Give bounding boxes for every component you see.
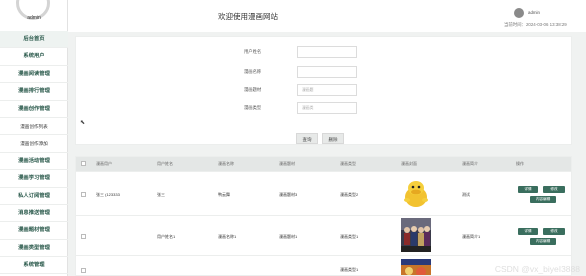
sidebar: admin 后台首页 系统用户 漫画阅读管理 漫画排行管理 漫画创作管理 漫画创… (0, 0, 68, 276)
sidebar-item-activities[interactable]: 漫画活动管理 (0, 153, 68, 171)
column-header: 漫画题材 (279, 161, 295, 166)
time-label: 当前时间： (504, 22, 526, 27)
column-header: 漫画用户 (96, 161, 112, 166)
field-label: 漫画名称 (244, 69, 262, 74)
cell-intro: 漫画简介1 (462, 234, 481, 239)
sidebar-item-types[interactable]: 漫画类型管理 (0, 240, 68, 258)
search-actions: 查询 删除 (296, 128, 348, 146)
edit-button[interactable]: 修改 (543, 186, 565, 193)
sidebar-item-ranking[interactable]: 漫画排行管理 (0, 83, 68, 101)
search-field-username: 用户姓名 (76, 46, 573, 58)
row-checkbox[interactable] (81, 192, 86, 197)
column-header: 操作 (516, 161, 524, 166)
sidebar-item-subscription[interactable]: 私人订阅管理 (0, 188, 68, 205)
column-header: 漫画名称 (218, 161, 234, 166)
cover-image (401, 218, 431, 252)
watermark: CSDN @vx_biyeI3888 (494, 264, 580, 274)
cell-name: 张三 (157, 192, 165, 197)
search-button[interactable]: 查询 (296, 133, 318, 144)
detail-button[interactable]: 详情 (518, 228, 538, 235)
search-field-type: 漫画类型 漫画类 (76, 102, 573, 114)
sidebar-menu: 后台首页 系统用户 漫画阅读管理 漫画排行管理 漫画创作管理 漫画创作列表 漫画… (0, 31, 68, 275)
sidebar-item-reading[interactable]: 漫画阅读管理 (0, 66, 68, 84)
cell-user: 张三 (123333 (96, 192, 120, 197)
content-edit-button[interactable]: 内容编辑 (530, 196, 556, 203)
sidebar-subitem-creation-add[interactable]: 漫画创作添加 (0, 135, 68, 153)
sidebar-item-users[interactable]: 系统用户 (0, 48, 68, 66)
field-label: 漫画类型 (244, 105, 262, 110)
cell-title: 漫画名称1 (218, 234, 237, 239)
data-table: 漫画用户 用户姓名 漫画名称 漫画题材 漫画类型 漫画封面 漫画简介 操作 张三… (75, 156, 572, 276)
cell-theme: 漫画题材3 (279, 192, 298, 197)
header: 欢迎使用漫画网站 admin 当前时间：2024-03-06 13:38:29 (68, 0, 586, 32)
table-header: 漫画用户 用户姓名 漫画名称 漫画题材 漫画类型 漫画封面 漫画简介 操作 (76, 157, 571, 171)
page-title: 欢迎使用漫画网站 (218, 12, 278, 21)
user-avatar-icon[interactable] (514, 8, 524, 18)
sidebar-item-learning[interactable]: 漫画学习管理 (0, 170, 68, 188)
content-edit-button[interactable]: 内容编辑 (530, 238, 556, 245)
cell-type: 漫画类型2 (340, 192, 359, 197)
sidebar-subitem-creation-list[interactable]: 漫画创作列表 (0, 118, 68, 136)
select-all-checkbox[interactable] (81, 161, 86, 166)
field-label: 用户姓名 (244, 49, 262, 54)
type-input[interactable]: 漫画类 (297, 102, 357, 114)
sidebar-item-themes[interactable]: 漫画题材管理 (0, 222, 68, 240)
column-header: 漫画简介 (462, 161, 478, 166)
theme-input[interactable]: 漫画题 (297, 84, 357, 96)
user-name[interactable]: admin (528, 10, 540, 15)
search-field-theme: 漫画题材 漫画题 (76, 84, 573, 96)
current-time: 当前时间：2024-03-06 13:38:29 (504, 22, 567, 28)
column-header: 漫画封面 (401, 161, 417, 166)
delete-button[interactable]: 删除 (322, 133, 344, 144)
edit-button[interactable]: 修改 (543, 228, 565, 235)
table-row: 用户姓名1 漫画名称1 漫画题材1 漫画类型1 漫画简介1 详情 修改 内容编辑 (76, 215, 571, 255)
title-input[interactable] (297, 66, 357, 78)
user-area[interactable]: admin 当前时间：2024-03-06 13:38:29 (504, 6, 582, 28)
time-value: 2024-03-06 13:38:29 (525, 22, 567, 27)
cell-name: 用户姓名1 (157, 234, 176, 239)
sidebar-item-messages[interactable]: 消息推送管理 (0, 205, 68, 223)
row-checkbox[interactable] (81, 268, 86, 273)
username-input[interactable] (297, 46, 357, 58)
cell-type: 漫画类型1 (340, 234, 359, 239)
column-header: 用户姓名 (157, 161, 173, 166)
cover-image (401, 178, 431, 211)
cell-intro: 测试 (462, 192, 470, 197)
cell-type: 漫画类型1 (340, 267, 359, 272)
row-checkbox[interactable] (81, 234, 86, 239)
admin-label: admin (27, 15, 41, 21)
cell-title: 鸭云舞 (218, 192, 230, 197)
column-header: 漫画类型 (340, 161, 356, 166)
mouse-cursor-icon: ⬉ (80, 120, 86, 126)
sidebar-item-creation[interactable]: 漫画创作管理 (0, 101, 68, 118)
sidebar-item-system[interactable]: 系统管理 (0, 257, 68, 275)
search-field-title: 漫画名称 (76, 66, 573, 78)
cell-theme: 漫画题材1 (279, 234, 298, 239)
detail-button[interactable]: 详情 (518, 186, 538, 193)
search-panel: 用户姓名 漫画名称 漫画题材 漫画题 漫画类型 漫画类 查询 删除 (75, 36, 572, 145)
sidebar-item-home[interactable]: 后台首页 (0, 31, 68, 49)
table-row: 张三 (123333 张三 鸭云舞 漫画题材3 漫画类型2 测试 详情 修改 内… (76, 171, 571, 215)
field-label: 漫画题材 (244, 87, 262, 92)
cover-image (401, 259, 431, 275)
